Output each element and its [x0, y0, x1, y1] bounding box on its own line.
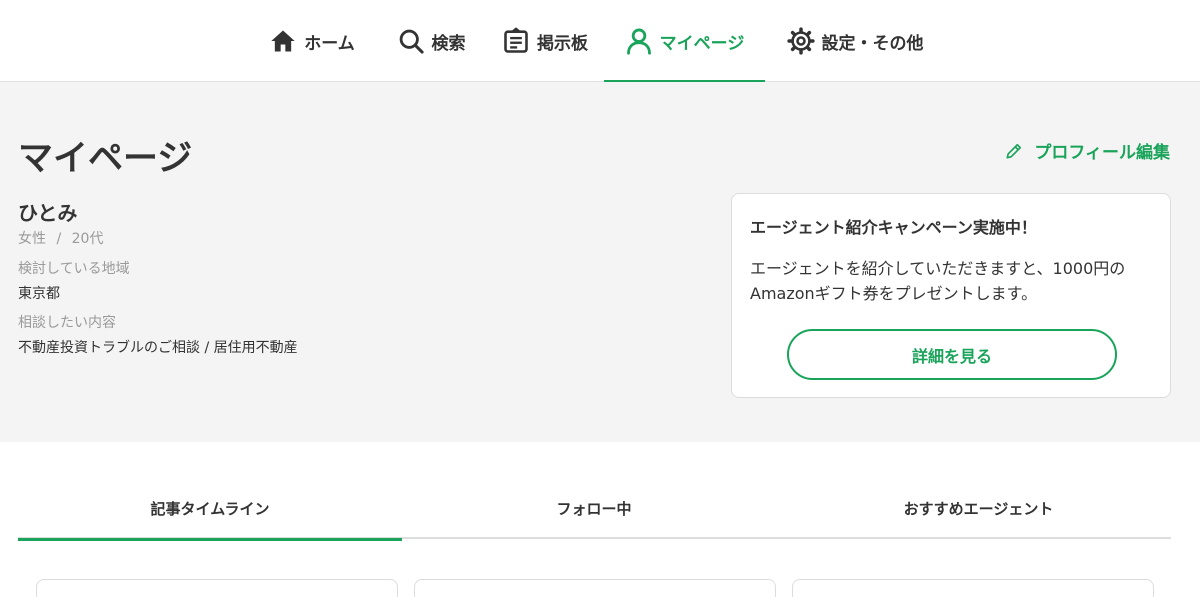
user-age: 20代 — [71, 231, 104, 247]
edit-profile-label: プロフィール編集 — [1034, 143, 1170, 163]
topic-value: 不動産投資トラブルのご相談 / 居住用不動産 — [18, 340, 298, 356]
nav-item-label: 設定・その他 — [821, 33, 924, 54]
campaign-body: エージェントを紹介していただきますと、1000円のAmazonギフト券をプレゼン… — [750, 259, 1126, 303]
campaign-card: エージェント紹介キャンペーン実施中！ エージェントを紹介していただきますと、10… — [731, 193, 1171, 398]
nav-item-settings[interactable]: 設定・その他 — [778, 0, 932, 82]
nav-item-label: 検索 — [431, 33, 466, 54]
user-name: ひとみ — [18, 201, 78, 225]
nav-item-search[interactable]: 検索 — [388, 0, 474, 82]
nav-item-home[interactable]: ホーム — [262, 0, 362, 82]
nav-item-mypage[interactable]: マイページ — [604, 0, 765, 83]
profile-section: マイページ プロフィール編集 ひとみ 女性 / 20代 検討している地域 東京都… — [0, 82, 1200, 442]
page-title: マイページ — [18, 139, 193, 179]
tab-article-timeline[interactable]: 記事タイムライン — [18, 478, 402, 541]
nav-item-label: 掲示板 — [537, 33, 588, 54]
article-card[interactable] — [792, 579, 1154, 597]
home-icon — [271, 30, 295, 52]
content-tabs: 記事タイムライン フォロー中 おすすめエージェント — [18, 478, 1171, 541]
article-card[interactable] — [36, 579, 398, 597]
board-icon — [504, 27, 528, 53]
gear-icon — [786, 27, 815, 55]
campaign-title: エージェント紹介キャンペーン実施中！ — [750, 218, 1037, 237]
pencil-icon — [1006, 143, 1022, 158]
nav-item-label: マイページ — [659, 33, 745, 54]
nav-item-label: ホーム — [304, 33, 355, 54]
user-gender: 女性 — [18, 231, 46, 247]
edit-profile-link[interactable]: プロフィール編集 — [1004, 138, 1170, 163]
search-icon — [399, 29, 424, 54]
user-icon — [626, 28, 651, 55]
tab-recommended-agents[interactable]: おすすめエージェント — [786, 478, 1171, 539]
topic-label: 相談したい内容 — [18, 315, 116, 331]
view-details-button[interactable]: 詳細を見る — [787, 329, 1117, 380]
article-card[interactable] — [414, 579, 776, 597]
nav-item-board[interactable]: 掲示板 — [494, 0, 596, 82]
meta-separator: / — [56, 231, 62, 247]
area-label: 検討している地域 — [18, 261, 130, 277]
area-value: 東京都 — [18, 286, 60, 302]
user-meta: 女性 / 20代 — [18, 228, 103, 248]
top-navigation: ホーム 検索 掲示板 マイページ 設定・その他 — [0, 0, 1200, 83]
tab-following[interactable]: フォロー中 — [402, 478, 786, 539]
